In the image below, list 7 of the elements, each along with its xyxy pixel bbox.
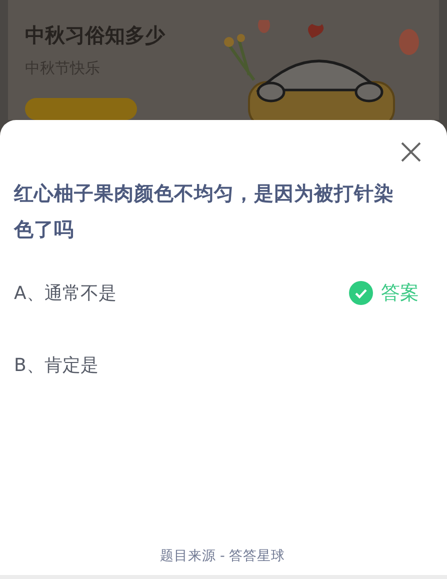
option-text[interactable]: B、肯定是 [14,353,98,377]
check-icon [349,281,373,305]
answer-label: 答案 [381,281,419,306]
source-caption: 题目来源 - 答答星球 [158,547,286,565]
option-text[interactable]: A、通常不是 [14,281,116,305]
question-text: 红心柚子果肉颜色不均匀，是因为被打针染色了吗 [14,181,395,243]
close-icon[interactable] [401,142,421,162]
